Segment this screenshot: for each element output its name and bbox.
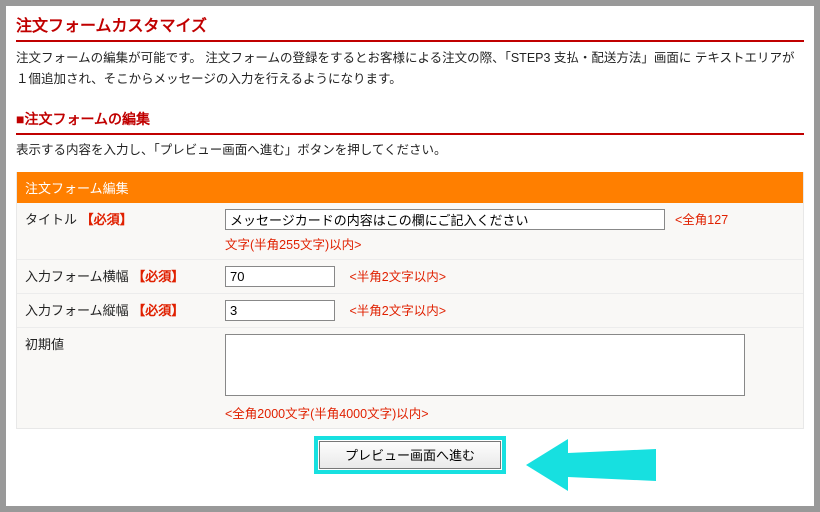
intro-text: 注文フォームの編集が可能です。 注文フォームの登録をするとお客様による注文の際、…: [16, 48, 804, 91]
required-marker: 【必須】: [132, 269, 184, 284]
label-width-text: 入力フォーム横幅: [25, 269, 129, 284]
cell-height: <半角2文字以内>: [217, 293, 803, 327]
label-width: 入力フォーム横幅 【必須】: [17, 259, 217, 293]
label-height-text: 入力フォーム縦幅: [25, 303, 129, 318]
width-hint: <半角2文字以内>: [349, 270, 446, 284]
label-title-text: タイトル: [25, 212, 77, 227]
row-height: 入力フォーム縦幅 【必須】 <半角2文字以内>: [17, 293, 803, 327]
page-frame: 注文フォームカスタマイズ 注文フォームの編集が可能です。 注文フォームの登録をす…: [6, 6, 814, 506]
label-initial: 初期値: [17, 327, 217, 428]
title-hint-below: 文字(半角255文字)以内>: [225, 234, 795, 253]
required-marker: 【必須】: [132, 303, 184, 318]
page-title: 注文フォームカスタマイズ: [16, 12, 804, 42]
submit-wrap: プレビュー画面へ進む: [16, 441, 804, 507]
form-table: タイトル 【必須】 <全角127 文字(半角255文字)以内> 入力フォーム横幅…: [17, 203, 803, 428]
arrow-icon: [526, 435, 656, 495]
cell-title: <全角127 文字(半角255文字)以内>: [217, 203, 803, 260]
title-hint-right: <全角127: [675, 209, 728, 228]
preview-button[interactable]: プレビュー画面へ進む: [319, 441, 501, 469]
cell-width: <半角2文字以内>: [217, 259, 803, 293]
required-marker: 【必須】: [81, 212, 133, 227]
section-desc: 表示する内容を入力し、「プレビュー画面へ進む」ボタンを押してください。: [16, 139, 804, 158]
width-input[interactable]: [225, 266, 335, 287]
label-title: タイトル 【必須】: [17, 203, 217, 260]
panel-header: 注文フォーム編集: [17, 172, 803, 203]
row-initial: 初期値 <全角2000文字(半角4000文字)以内>: [17, 327, 803, 428]
section-title: ■注文フォームの編集: [16, 109, 804, 135]
initial-textarea[interactable]: [225, 334, 745, 396]
row-title: タイトル 【必須】 <全角127 文字(半角255文字)以内>: [17, 203, 803, 260]
row-width: 入力フォーム横幅 【必須】 <半角2文字以内>: [17, 259, 803, 293]
initial-hint: <全角2000文字(半角4000文字)以内>: [225, 403, 795, 422]
form-panel: 注文フォーム編集 タイトル 【必須】 <全角127 文字(半角255文字)以内>: [16, 172, 804, 429]
title-input[interactable]: [225, 209, 665, 230]
height-input[interactable]: [225, 300, 335, 321]
height-hint: <半角2文字以内>: [349, 304, 446, 318]
cell-initial: <全角2000文字(半角4000文字)以内>: [217, 327, 803, 428]
label-height: 入力フォーム縦幅 【必須】: [17, 293, 217, 327]
